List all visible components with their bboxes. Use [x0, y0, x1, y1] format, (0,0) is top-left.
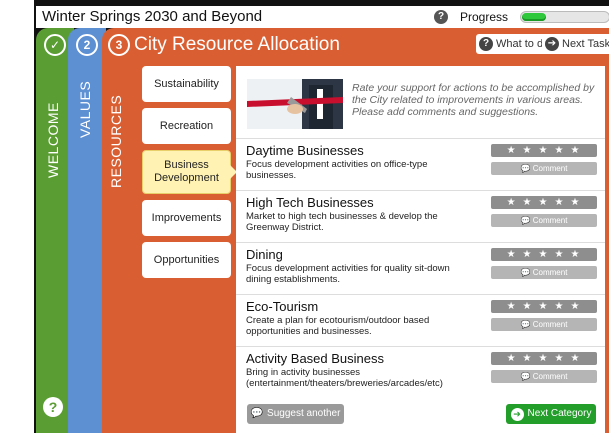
- category-list: Sustainability Recreation Business Devel…: [142, 66, 237, 284]
- comment-label: Comment: [532, 372, 568, 381]
- star-rating[interactable]: ★★★★★: [491, 300, 597, 313]
- action-title: Eco-Tourism: [246, 299, 319, 314]
- suggest-another-button[interactable]: 💬 Suggest another: [247, 404, 344, 424]
- action-description: Bring in activity businesses (entertainm…: [246, 367, 443, 389]
- action-row: Dining Focus development activities for …: [236, 242, 605, 294]
- next-category-button[interactable]: ➔ Next Category: [506, 404, 596, 424]
- action-row: Activity Based Business Bring in activit…: [236, 346, 605, 398]
- next-category-label: Next Category: [527, 408, 592, 419]
- comment-button[interactable]: 💬 Comment: [491, 162, 597, 175]
- ribbon-cutting-image: [247, 79, 343, 129]
- category-sustainability[interactable]: Sustainability: [142, 66, 231, 102]
- progress-fill: [522, 13, 546, 21]
- comment-button[interactable]: 💬 Comment: [491, 370, 597, 383]
- action-description: Focus development activities for quality…: [246, 263, 450, 285]
- app-title: Winter Springs 2030 and Beyond: [42, 8, 263, 25]
- footer-bar: 💬 Suggest another ➔ Next Category: [236, 402, 605, 426]
- star-rating[interactable]: ★★★★★: [491, 352, 597, 365]
- action-description: Market to high tech businesses & develop…: [246, 211, 438, 233]
- action-description: Create a plan for ecotourism/outdoor bas…: [246, 315, 430, 337]
- comment-label: Comment: [532, 216, 568, 225]
- category-recreation[interactable]: Recreation: [142, 108, 231, 144]
- top-bar: Winter Springs 2030 and Beyond ? Progres…: [36, 6, 609, 28]
- tab-resources-label: RESOURCES: [108, 94, 124, 188]
- suggest-label: Suggest another: [267, 408, 341, 419]
- category-improvements[interactable]: Improvements: [142, 200, 231, 236]
- action-title: Activity Based Business: [246, 351, 385, 366]
- question-icon: ?: [479, 37, 493, 51]
- comment-label: Comment: [532, 164, 568, 173]
- category-business-development[interactable]: Business Development: [142, 150, 237, 194]
- comment-button[interactable]: 💬 Comment: [491, 214, 597, 227]
- action-title: High Tech Businesses: [246, 195, 374, 210]
- category-label: Recreation: [159, 119, 214, 132]
- next-task-button[interactable]: ➔ Next Task: [542, 34, 609, 54]
- action-list: Daytime Businesses Focus development act…: [236, 138, 605, 398]
- comment-label: Comment: [532, 320, 568, 329]
- intro-text: Rate your support for actions to be acco…: [352, 82, 595, 118]
- comment-button[interactable]: 💬 Comment: [491, 266, 597, 279]
- comment-label: Comment: [532, 268, 568, 277]
- category-opportunities[interactable]: Opportunities: [142, 242, 231, 278]
- tab-resources-number: 3: [108, 34, 130, 56]
- category-label: Sustainability: [154, 77, 219, 90]
- progress-label: Progress: [460, 10, 509, 24]
- arrow-right-icon: ➔: [545, 37, 559, 51]
- check-icon: ✓: [44, 34, 66, 56]
- comment-button[interactable]: 💬 Comment: [491, 318, 597, 331]
- action-row: High Tech Businesses Market to high tech…: [236, 190, 605, 242]
- category-label: Business Development: [154, 159, 219, 184]
- help-icon[interactable]: ?: [434, 10, 448, 24]
- action-title: Dining: [246, 247, 283, 262]
- tab-welcome-label: WELCOME: [45, 102, 61, 178]
- tab-values-label: VALUES: [77, 80, 93, 138]
- tab-values-number: 2: [76, 34, 98, 56]
- next-task-label: Next Task: [562, 38, 609, 50]
- section-title: City Resource Allocation: [134, 34, 340, 55]
- category-label: Opportunities: [153, 253, 220, 266]
- main-panel: Rate your support for actions to be acco…: [236, 66, 605, 433]
- help-icon-bottom[interactable]: ?: [43, 397, 63, 417]
- category-label: Improvements: [151, 211, 222, 224]
- action-title: Daytime Businesses: [246, 143, 364, 158]
- speech-bubble-icon: 💬: [250, 408, 264, 419]
- star-rating[interactable]: ★★★★★: [491, 196, 597, 209]
- action-row: Daytime Businesses Focus development act…: [236, 138, 605, 190]
- action-row: Eco-Tourism Create a plan for ecotourism…: [236, 294, 605, 346]
- arrow-right-icon: ➔: [510, 407, 524, 421]
- tab-values[interactable]: 2 VALUES: [68, 28, 106, 433]
- action-description: Focus development activities on office-t…: [246, 159, 428, 181]
- progress-bar: [520, 11, 609, 23]
- star-rating[interactable]: ★★★★★: [491, 144, 597, 157]
- star-rating[interactable]: ★★★★★: [491, 248, 597, 261]
